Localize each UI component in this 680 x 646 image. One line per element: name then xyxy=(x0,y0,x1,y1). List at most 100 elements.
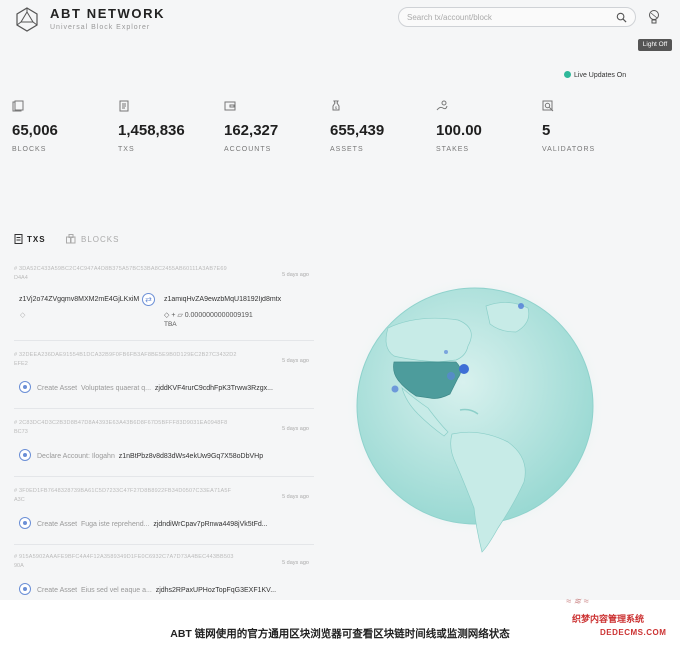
stat-label: TXS xyxy=(118,146,135,153)
tx-hash[interactable]: # 915A5902AAAFE9BFC4A4F12A3589349D1FE0C6… xyxy=(14,554,244,560)
divider xyxy=(14,408,314,409)
tx-amount-value: 0.0000000000009191 xyxy=(184,312,253,319)
tx-description: Eius sed vel eaque a... xyxy=(80,587,152,594)
stat-value: 655,439 xyxy=(330,122,385,139)
tx-time: 5 days ago xyxy=(282,272,309,278)
tx-short-id: A3C xyxy=(14,497,25,503)
stat-validators: 5 VALIDATORS xyxy=(542,100,642,153)
live-updates-status[interactable]: Live Updates On xyxy=(564,71,626,79)
tab-blocks[interactable]: BLOCKS xyxy=(66,234,119,244)
stake-icon xyxy=(436,100,448,111)
live-indicator-dot xyxy=(564,71,571,78)
stat-txs: 1,458,836 TXS xyxy=(118,100,218,153)
tx-list-item[interactable]: # 32DEEA236DAE91554B1DCA32B9F0FB6FB3AF8B… xyxy=(14,352,314,416)
tx-address[interactable]: z1nBtPbz8v8d83dWs4ekUw9Gq7X58oDbVHp xyxy=(119,453,263,460)
stat-value: 5 xyxy=(542,122,551,139)
create-asset-icon xyxy=(19,517,31,529)
tx-hash[interactable]: # 2C83DC4D3C2B3D8B47D8A4393E63A43B6D8F67… xyxy=(14,420,244,426)
stat-value: 1,458,836 xyxy=(118,122,185,139)
live-updates-label: Live Updates On xyxy=(574,72,627,79)
stat-blocks: 65,006 BLOCKS xyxy=(12,100,112,153)
tab-label: TXS xyxy=(27,235,46,244)
stat-assets: $ 655,439 ASSETS xyxy=(330,100,430,153)
tx-address[interactable]: zjdndiWrCpav7pRnwa4498jVk5tFd... xyxy=(153,521,267,528)
tx-type: Create Asset xyxy=(37,587,78,594)
diamond-icon: ◇ xyxy=(20,312,26,319)
stat-accounts: 162,327 ACCOUNTS xyxy=(224,100,324,153)
watermark-text: 织梦内容管理系统 xyxy=(572,614,645,624)
create-asset-icon xyxy=(19,381,31,393)
tab-txs[interactable]: TXS xyxy=(14,234,46,244)
stat-label: ACCOUNTS xyxy=(224,146,272,153)
watermark-artwork: ≈ ≋ ≈ xyxy=(566,596,589,606)
stat-value: 100.00 xyxy=(436,122,482,139)
create-asset-icon xyxy=(19,583,31,595)
tx-type: Create Asset xyxy=(37,521,78,528)
tx-hash[interactable]: # 3DA52C433A59BC2C4C947A4D8B375A57BC53BA… xyxy=(14,266,244,272)
light-off-tooltip: Light Off xyxy=(638,39,672,51)
tx-description: Voluptates quaerat q... xyxy=(80,385,152,392)
tx-detail: Create Asset Eius sed vel eaque a... zjd… xyxy=(19,583,276,595)
tx-time: 5 days ago xyxy=(282,358,309,364)
tx-sender-address[interactable]: z1Vj2o74ZVgqmv8MXM2mE4GjLKxiM xyxy=(19,296,139,303)
wallet-icon xyxy=(224,101,236,111)
tx-short-id: BC73 xyxy=(14,429,28,435)
search-input[interactable] xyxy=(407,11,607,24)
divider xyxy=(14,340,314,341)
stat-label: STAKES xyxy=(436,146,470,153)
watermark-url: DEDECMS.COM xyxy=(600,628,667,637)
asset-bag-icon: $ xyxy=(332,100,340,111)
tx-detail: Create Asset Fuga iste reprehend... zjdn… xyxy=(19,517,268,529)
stat-stakes: 100.00 STAKES xyxy=(436,100,536,153)
tx-short-id: D4A4 xyxy=(14,275,28,281)
divider xyxy=(14,476,314,477)
divider xyxy=(14,544,314,545)
tx-amount: ◇ + ▱ 0.0000000000009191 xyxy=(164,311,253,319)
tx-time: 5 days ago xyxy=(282,494,309,500)
tx-detail: Declare Account: Ilogahn z1nBtPbz8v8d83d… xyxy=(19,449,263,461)
block-icon xyxy=(12,100,24,112)
blocks-icon xyxy=(66,234,76,244)
tx-receiver-address[interactable]: z1amiqHvZA9ewzbMqU18192Ijd8mtx xyxy=(164,296,309,303)
search-box[interactable] xyxy=(398,7,636,27)
tx-hash[interactable]: # 3F0ED1FB7648328739BA61C5D7233C47F27D8B… xyxy=(14,488,244,494)
stat-value: 162,327 xyxy=(224,122,279,139)
tx-currency: TBA xyxy=(164,321,177,328)
tx-address[interactable]: zjdhs2RPaxUPHozTopFqG3EXF1KV... xyxy=(156,587,276,594)
stat-label: ASSETS xyxy=(330,146,364,153)
tx-time: 5 days ago xyxy=(282,426,309,432)
diamond-icon: ◇ + ▱ xyxy=(164,312,185,319)
tx-list-item[interactable]: # 3F0ED1FB7648328739BA61C5D7233C47F27D8B… xyxy=(14,488,314,552)
tab-label: BLOCKS xyxy=(81,235,120,244)
tx-address[interactable]: zjddKVF4rurC9cdhFpK3Trww3Rzgx... xyxy=(155,385,273,392)
brand-title[interactable]: ABT NETWORK xyxy=(50,6,165,21)
search-icon[interactable] xyxy=(616,12,627,23)
tx-hash[interactable]: # 32DEEA236DAE91554B1DCA32B9F0FB6FB3AF8B… xyxy=(14,352,244,358)
figure-caption: ABT 链网使用的官方通用区块浏览器可查看区块链时间线或监测网络状态 xyxy=(170,628,510,640)
tx-list-item[interactable]: # 2C83DC4D3C2B3D8B47D8A4393E63A43B6D8F67… xyxy=(14,420,314,484)
network-globe[interactable] xyxy=(318,228,608,598)
abt-logo-icon[interactable] xyxy=(14,6,40,32)
stat-label: VALIDATORS xyxy=(542,146,596,153)
tx-time: 5 days ago xyxy=(282,560,309,566)
declare-account-icon xyxy=(19,449,31,461)
tx-list-item[interactable]: # 915A5902AAAFE9BFC4A4F12A3589349D1FE0C6… xyxy=(14,554,314,600)
document-icon xyxy=(119,100,129,112)
brand-subtitle: Universal Block Explorer xyxy=(50,24,151,31)
transfer-arrows-icon: ⇄ xyxy=(142,293,155,306)
tx-description: Ilogahn xyxy=(91,453,115,460)
validator-icon xyxy=(542,100,554,112)
stat-label: BLOCKS xyxy=(12,146,47,153)
explorer-app: ABT NETWORK Universal Block Explorer Lig… xyxy=(0,0,680,600)
tx-type: Create Asset xyxy=(37,385,78,392)
tx-list-item[interactable]: # 3DA52C433A59BC2C4C947A4D8B375A57BC53BA… xyxy=(14,266,314,330)
tx-type: Declare Account xyxy=(37,453,88,460)
tx-detail: Create Asset Voluptates quaerat q... zjd… xyxy=(19,381,273,393)
svg-text:$: $ xyxy=(335,105,338,110)
stat-value: 65,006 xyxy=(12,122,58,139)
document-icon xyxy=(14,234,23,244)
tx-description: Fuga iste reprehend... xyxy=(80,521,150,528)
lightbulb-icon[interactable] xyxy=(647,9,661,25)
tx-short-id: EFE2 xyxy=(14,361,28,367)
tx-short-id: 90A xyxy=(14,563,24,569)
